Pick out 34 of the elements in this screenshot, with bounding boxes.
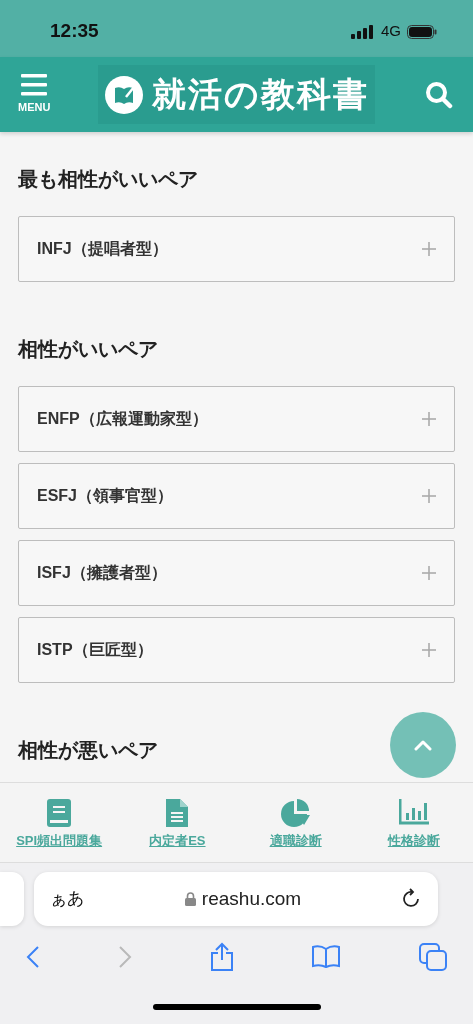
plus-icon [422,489,436,503]
pie-chart-icon [279,798,312,827]
section-heading: 相性がいいペア [18,337,158,362]
bar-chart-icon [398,798,429,827]
plus-icon [422,643,436,657]
search-icon [425,80,453,109]
accordion-item[interactable]: INFJ（提唱者型） [18,216,455,282]
share-icon [209,942,234,972]
accordion-item[interactable]: ISFJ（擁護者型） [18,540,455,606]
reload-icon [402,888,422,910]
book-icon [46,798,73,827]
signal-icon [351,24,375,39]
menu-icon [21,73,48,96]
plus-icon [422,242,436,256]
accordion-item[interactable]: ISTP（巨匠型） [18,617,455,683]
chevron-up-icon [414,739,432,751]
accordion-item[interactable]: ESFJ（領事官型） [18,463,455,529]
section-heading: 相性が悪いペア [18,738,158,763]
tabs-icon [419,943,447,971]
tabs-button[interactable] [417,941,449,973]
book-icon [311,945,342,969]
lock-icon [184,892,196,906]
address-bar[interactable]: ぁあ reashu.com [34,872,438,926]
plus-icon [422,412,436,426]
plus-icon [422,566,436,580]
battery-icon [407,24,437,39]
chevron-right-icon [117,945,132,969]
document-icon [166,798,189,827]
accordion-item[interactable]: ENFP（広報運動家型） [18,386,455,452]
logo-book-icon [104,74,145,115]
chevron-left-icon [26,945,40,969]
section-heading: 最も相性がいいペア [18,167,198,192]
network-label: 4G [381,21,401,42]
status-time: 12:35 [50,19,99,44]
